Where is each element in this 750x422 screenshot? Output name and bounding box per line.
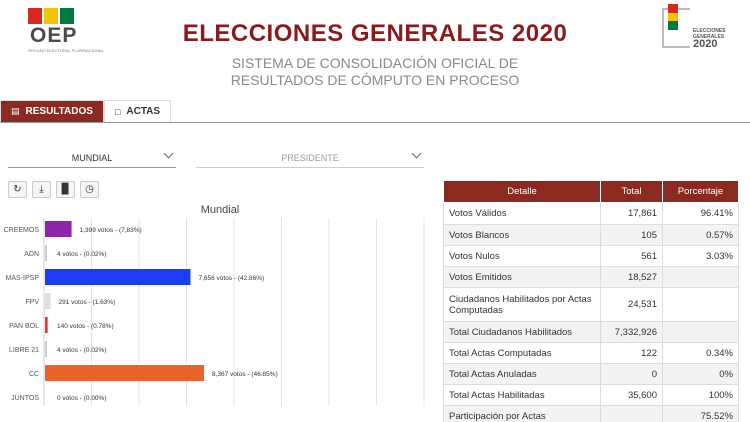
category-label: MAS-IPSP	[6, 275, 40, 282]
table-cell-total: 7,332,926	[600, 321, 663, 343]
data-label: 8,367 votos - (46.85%)	[212, 371, 278, 378]
table-row: Votos Válidos 17,861 96.41%	[443, 202, 739, 225]
table-row: Votos Nulos 561 3.03%	[443, 245, 739, 267]
table-cell-label: Votos Emitidos	[443, 266, 601, 288]
table-cell-label: Votos Válidos	[443, 202, 601, 225]
chart-title: Mundial	[200, 204, 240, 216]
scope-select-value: MUNDIAL	[71, 152, 113, 163]
table-cell-total	[600, 405, 663, 422]
table-cell-label: Total Actas Computadas	[443, 342, 601, 364]
data-label: 4 votos - (0.02%)	[57, 251, 107, 258]
chevron-down-icon	[411, 148, 422, 159]
category-label: LIBRE 21	[9, 347, 39, 354]
table-cell-total: 105	[600, 224, 663, 246]
table-row: Votos Emitidos 18,527	[443, 266, 739, 288]
chart-view-button[interactable]: ▉	[56, 181, 75, 198]
table-cell-total: 18,527	[600, 266, 663, 288]
refresh-button[interactable]: ↻	[8, 181, 27, 198]
logo-subtext: ÓRGANO ELECTORAL PLURINACIONAL	[28, 48, 104, 53]
page-title: ELECCIONES GENERALES 2020	[182, 20, 568, 47]
table-row: Votos Blancos 105 0.57%	[443, 224, 739, 246]
chevron-down-icon	[163, 148, 174, 159]
data-label: 7,656 votos - (42.86%)	[198, 275, 264, 282]
table-cell-total: 122	[600, 342, 663, 364]
table-cell-total: 17,861	[600, 202, 663, 225]
table-cell-label: Total Actas Habilitadas	[443, 384, 601, 406]
office-select-value: PRESIDENTE	[281, 152, 339, 163]
table-row: Ciudadanos Habilitados por Actas Computa…	[443, 287, 739, 322]
bar	[45, 221, 72, 237]
tab-actas[interactable]: □ ACTAS	[103, 100, 172, 122]
download-button[interactable]: ⤓	[32, 181, 51, 198]
table-cell-label: Votos Blancos	[443, 224, 601, 246]
tab-divider	[0, 122, 750, 123]
table-cell-pct	[662, 321, 739, 343]
data-label: 1,399 votos - (7,83%)	[80, 227, 142, 234]
history-button[interactable]: ◷	[80, 181, 99, 198]
bar-chart-icon: ▉	[61, 184, 70, 195]
results-bar-chart: CREEMOS 1,399 votos - (7,83%) ADN 4 votos -…	[4, 218, 425, 406]
table-cell-label: Total Actas Anuladas	[443, 363, 601, 385]
table-cell-label: Votos Nulos	[443, 245, 601, 267]
data-label: 291 votos - (1.63%)	[59, 299, 116, 306]
table-cell-total: 0	[600, 363, 663, 385]
tab-label: RESULTADOS	[25, 106, 93, 117]
scope-select[interactable]: MUNDIAL	[8, 148, 176, 168]
bar	[45, 293, 51, 309]
data-label: 140 votos - (0.78%)	[57, 323, 114, 330]
table-cell-pct: 96.41%	[662, 202, 739, 225]
table-row: Participación por Actas 75.52%	[443, 405, 739, 422]
office-select[interactable]: PRESIDENTE	[196, 148, 424, 168]
download-icon: ⤓	[39, 184, 44, 195]
chart-toolbar: ↻ ⤓ ▉ ◷	[8, 181, 104, 198]
category-label: JUNTOS	[11, 395, 39, 402]
file-icon: □	[114, 106, 121, 117]
table-row: Total Ciudadanos Habilitados 7,332,926	[443, 321, 739, 343]
table-cell-total: 35,600	[600, 384, 663, 406]
table-cell-pct: 3.03%	[662, 245, 739, 267]
tab-resultados[interactable]: ▤ RESULTADOS	[0, 100, 104, 122]
table-cell-pct	[662, 287, 739, 322]
category-label: CC	[29, 371, 39, 378]
tab-bar: ▤ RESULTADOS □ ACTAS	[0, 100, 172, 122]
data-label: 0 votos - (0.00%)	[57, 395, 107, 402]
clock-icon: ◷	[85, 184, 94, 195]
table-cell-pct: 0.57%	[662, 224, 739, 246]
table-row: Total Actas Anuladas 0 0%	[443, 363, 739, 385]
table-cell-pct: 0.34%	[662, 342, 739, 364]
category-label: FPV	[25, 299, 39, 306]
tab-label: ACTAS	[126, 106, 161, 117]
refresh-icon: ↻	[13, 184, 22, 195]
category-label: PAN BOL	[9, 323, 39, 330]
column-header: Detalle	[443, 180, 601, 203]
category-label: ADN	[24, 251, 39, 258]
table-cell-total: 24,531	[600, 287, 663, 322]
column-header: Porcentaje	[662, 180, 739, 203]
table-cell-pct	[662, 266, 739, 288]
table-cell-pct: 100%	[662, 384, 739, 406]
bar	[45, 341, 47, 357]
table-cell-total: 561	[600, 245, 663, 267]
elections-2020-logo: ELECCIONES GENERALES 2020	[662, 4, 730, 50]
table-cell-pct: 75.52%	[662, 405, 739, 422]
flag-icon	[668, 4, 678, 30]
column-header: Total	[600, 180, 663, 203]
bar	[45, 317, 48, 333]
table-header-row: Detalle Total Porcentaje	[443, 180, 739, 203]
data-label: 4 votos - (0.02%)	[57, 347, 107, 354]
table-row: Total Actas Habilitadas 35,600 100%	[443, 384, 739, 406]
logo-right-year: 2020	[693, 38, 718, 50]
table-cell-label: Participación por Actas	[443, 405, 601, 422]
results-summary-table: Detalle Total Porcentaje Votos Válidos 17…	[443, 180, 739, 422]
category-label: CREEMOS	[4, 227, 40, 234]
table-row: Total Actas Computadas 122 0.34%	[443, 342, 739, 364]
table-cell-label: Ciudadanos Habilitados por Actas Computa…	[443, 287, 601, 322]
bar-chart-icon: ▤	[11, 106, 20, 116]
page-subtitle: SISTEMA DE CONSOLIDACIÓN OFICIAL DE RESU…	[230, 55, 520, 88]
table-cell-pct: 0%	[662, 363, 739, 385]
table-cell-label: Total Ciudadanos Habilitados	[443, 321, 601, 343]
bar	[45, 245, 47, 261]
bar	[45, 269, 191, 285]
bar	[45, 365, 204, 381]
